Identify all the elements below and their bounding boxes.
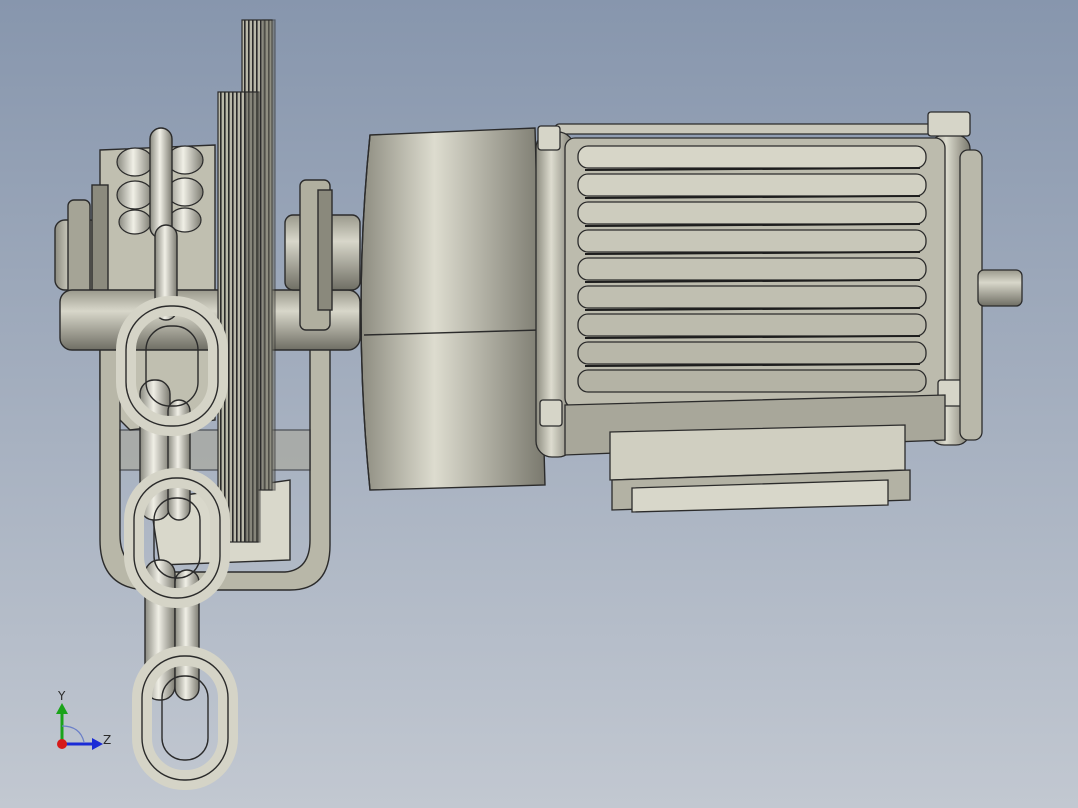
y-axis-label: Y — [57, 689, 66, 703]
gear-train — [217, 19, 276, 543]
mounting-base — [609, 424, 911, 513]
motor-flange-drum — [360, 127, 546, 491]
x-axis-dot — [57, 739, 67, 749]
cooling-fins — [577, 145, 927, 393]
output-shaft — [977, 269, 1023, 307]
motor-body — [535, 111, 983, 458]
z-axis-label: Z — [103, 733, 111, 747]
cad-3d-viewport[interactable]: Y Z — [0, 0, 1078, 808]
hoist-frame — [54, 144, 361, 591]
